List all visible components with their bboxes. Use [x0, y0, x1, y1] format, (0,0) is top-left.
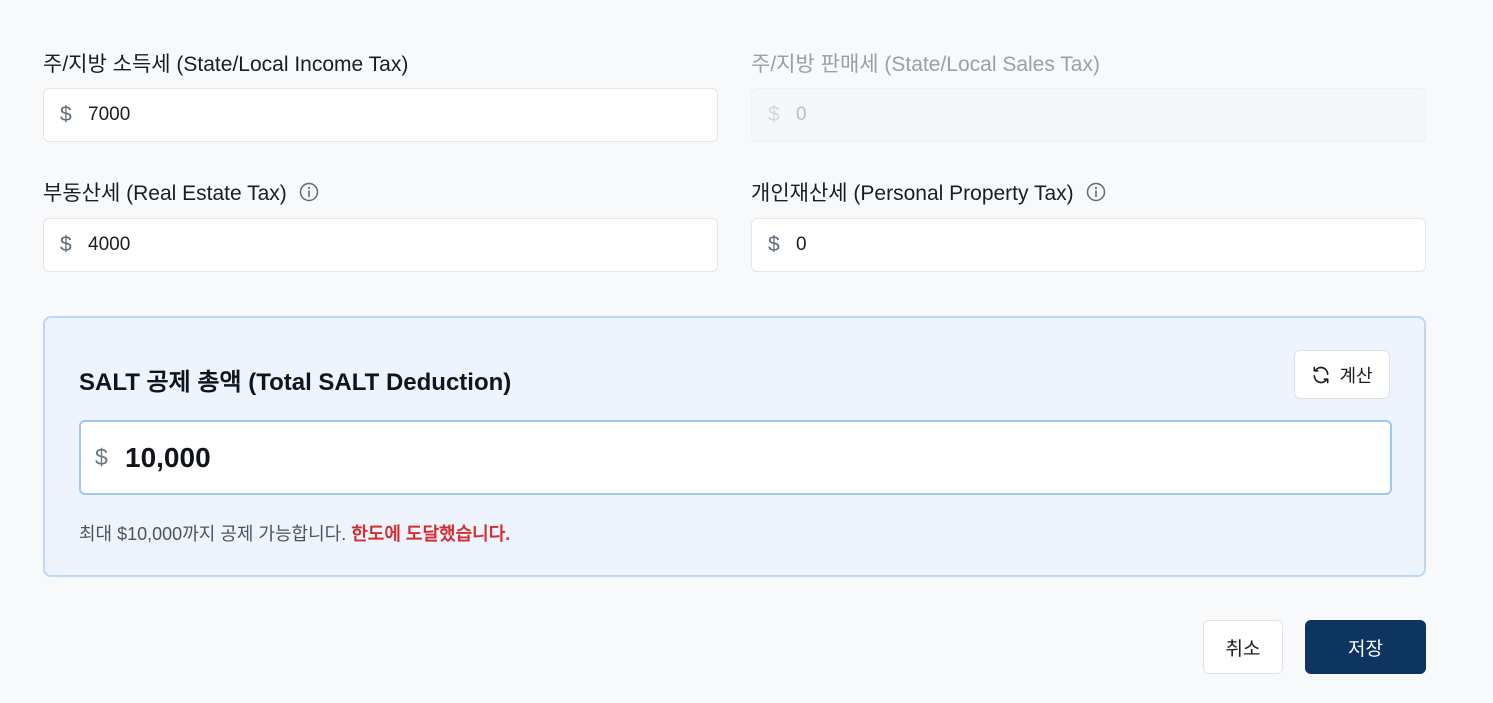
- total-salt-value: 10,000: [125, 441, 211, 473]
- dollar-icon: $: [60, 103, 72, 126]
- save-button[interactable]: 저장: [1305, 620, 1426, 674]
- state-sales-tax-label: 주/지방 판매세 (State/Local Sales Tax): [751, 48, 1100, 78]
- dollar-icon: $: [768, 233, 780, 256]
- cancel-button[interactable]: 취소: [1203, 620, 1283, 674]
- state-sales-tax-field: $: [751, 88, 1426, 142]
- info-icon[interactable]: [1086, 182, 1106, 202]
- personal-property-tax-label-text: 개인재산세 (Personal Property Tax): [751, 182, 1074, 205]
- salt-limit-text: 최대 $10,000까지 공제 가능합니다.: [79, 524, 347, 544]
- salt-deduction-title: SALT 공제 총액 (Total SALT Deduction): [79, 369, 512, 396]
- refresh-icon: [1311, 365, 1331, 385]
- state-income-tax-label: 주/지방 소득세 (State/Local Income Tax): [43, 48, 408, 78]
- personal-property-tax-input[interactable]: [796, 234, 1356, 256]
- state-income-tax-input[interactable]: [88, 104, 648, 126]
- dollar-icon: $: [60, 233, 72, 256]
- calculate-button[interactable]: 계산: [1294, 350, 1390, 399]
- state-income-tax-label-text: 주/지방 소득세 (State/Local Income Tax): [43, 53, 409, 76]
- info-icon[interactable]: [299, 182, 319, 202]
- state-sales-tax-label-text: 주/지방 판매세 (State/Local Sales Tax): [751, 53, 1100, 76]
- salt-limit-warning: 한도에 도달했습니다.: [351, 524, 511, 544]
- calculate-button-label: 계산: [1339, 365, 1373, 386]
- real-estate-tax-input[interactable]: [88, 234, 648, 256]
- real-estate-tax-field[interactable]: $: [43, 218, 718, 272]
- real-estate-tax-label: 부동산세 (Real Estate Tax): [43, 177, 319, 207]
- personal-property-tax-field[interactable]: $: [751, 218, 1426, 272]
- dollar-icon: $: [768, 103, 780, 126]
- state-sales-tax-input: [796, 104, 1356, 126]
- salt-limit-note: 최대 $10,000까지 공제 가능합니다. 한도에 도달했습니다.: [79, 520, 510, 546]
- real-estate-tax-label-text: 부동산세 (Real Estate Tax): [43, 182, 287, 205]
- personal-property-tax-label: 개인재산세 (Personal Property Tax): [751, 177, 1106, 207]
- salt-deduction-panel: SALT 공제 총액 (Total SALT Deduction) 계산 $ 1…: [43, 316, 1426, 577]
- total-salt-field: $ 10,000: [79, 420, 1392, 495]
- state-income-tax-field[interactable]: $: [43, 88, 718, 142]
- dollar-icon: $: [95, 444, 108, 470]
